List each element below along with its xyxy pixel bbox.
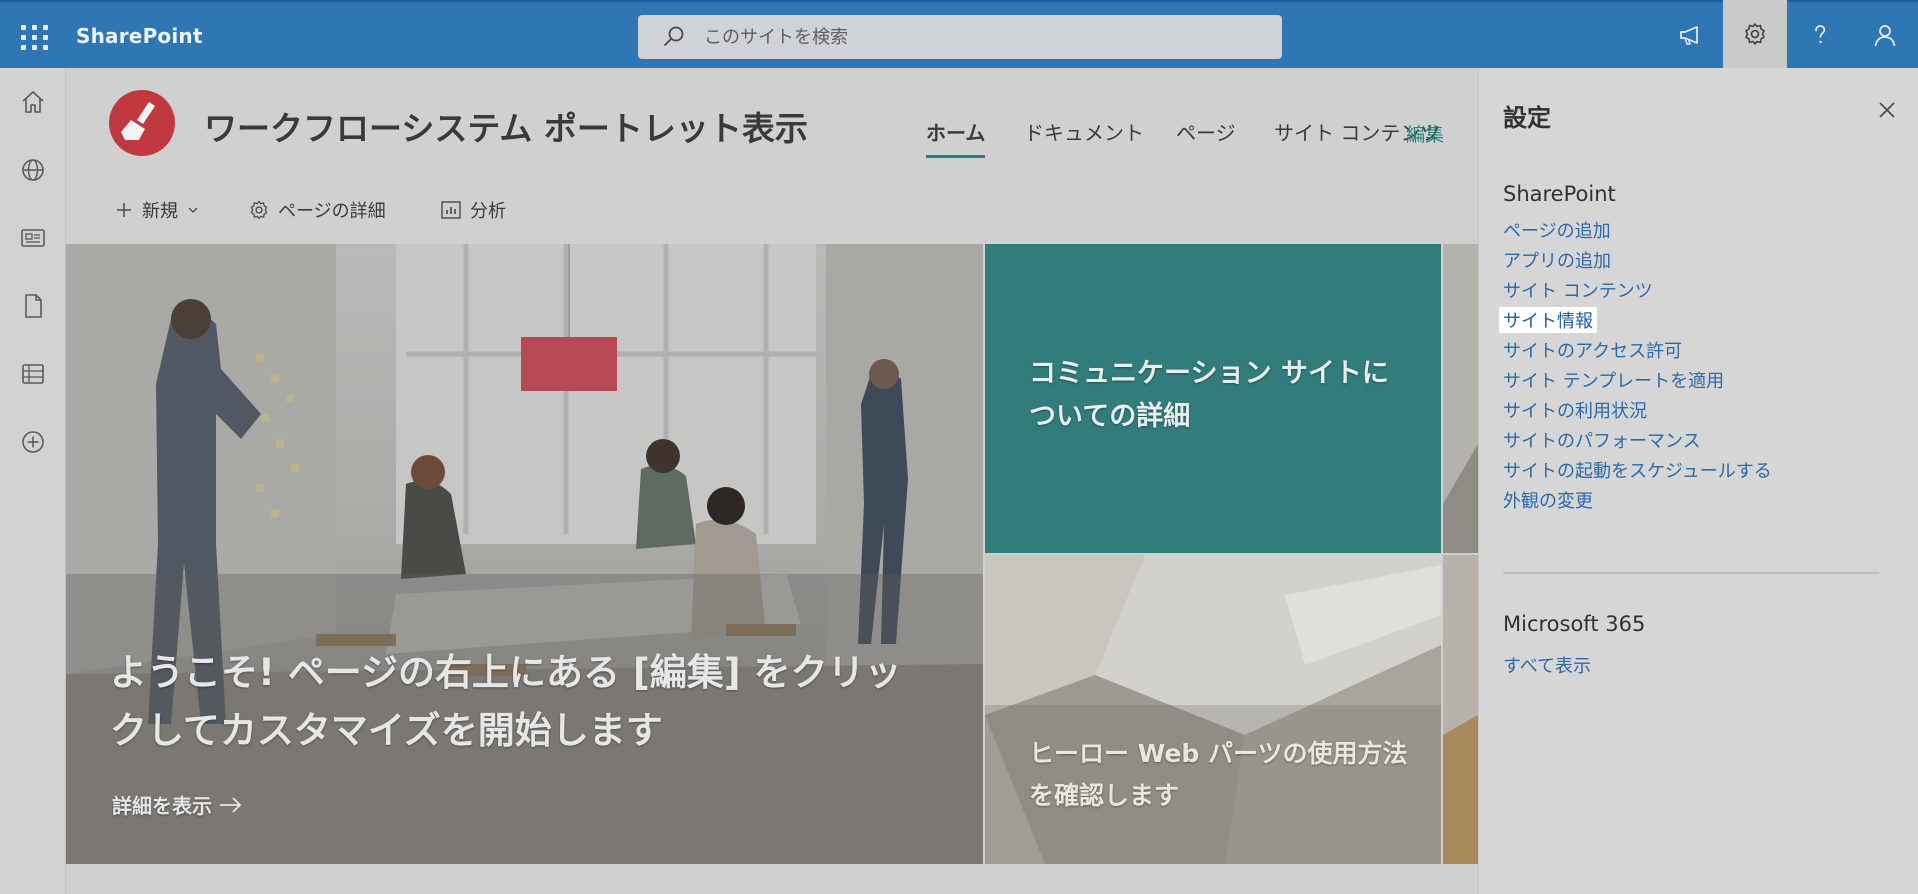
search-input[interactable] [704, 23, 1264, 51]
site-title[interactable]: ワークフローシステム ポートレット表示 [204, 102, 808, 150]
megaphone-icon [1680, 26, 1698, 45]
settings-link-schedule-launch[interactable]: サイトの起動をスケジュールする [1503, 457, 1772, 483]
settings-link-site-contents[interactable]: サイト コンテンツ [1503, 277, 1653, 303]
edge-image-bottom [1443, 555, 1478, 864]
hero-see-details-label: 詳細を表示 [112, 794, 212, 818]
analytics-label: 分析 [470, 201, 506, 222]
hero-main-tile[interactable]: ようこそ! ページの右上にある [編集] をクリックしてカスタマイズを開始します… [66, 244, 983, 864]
account-button[interactable] [1853, 2, 1917, 68]
megaphone-button[interactable] [1658, 2, 1722, 68]
hero-webparts-title[interactable]: ヒーロー Web パーツの使用方法を確認します [1029, 733, 1409, 817]
home-icon[interactable] [19, 88, 47, 116]
search-icon [664, 26, 684, 46]
person-icon [1874, 25, 1896, 47]
hero-main-title[interactable]: ようこそ! ページの右上にある [編集] をクリックしてカスタマイズを開始します [110, 644, 930, 760]
broom-icon [121, 102, 155, 140]
left-rail [0, 68, 66, 894]
settings-link-apply-template[interactable]: サイト テンプレートを適用 [1503, 367, 1724, 393]
settings-link-site-information[interactable]: サイト情報 [1499, 307, 1597, 333]
close-icon[interactable] [1875, 98, 1899, 122]
chevron-down-icon [188, 207, 198, 213]
globe-icon[interactable] [19, 156, 47, 184]
file-icon[interactable] [19, 292, 47, 320]
arrow-right-icon [220, 796, 242, 813]
nav-pages[interactable]: ページ [1176, 117, 1236, 155]
add-circle-icon[interactable] [19, 428, 47, 456]
settings-section-sharepoint: SharePoint [1503, 182, 1616, 206]
list-icon[interactable] [19, 360, 47, 388]
settings-panel: 設定 SharePoint ページの追加 アプリの追加 サイト コンテンツ サイ… [1478, 68, 1918, 894]
help-button[interactable] [1788, 2, 1852, 68]
edge-image-top [1443, 244, 1478, 553]
settings-title: 設定 [1503, 104, 1551, 132]
hero-webparts-tile[interactable]: ヒーロー Web パーツの使用方法を確認します [985, 555, 1441, 864]
page-details-button[interactable]: ページの詳細 [248, 194, 386, 226]
nav-edit-link[interactable]: 編集 [1406, 120, 1444, 147]
hero-webpart: ようこそ! ページの右上にある [編集] をクリックしてカスタマイズを開始します… [66, 244, 1478, 864]
new-button[interactable]: 新規 [114, 194, 200, 226]
site-logo[interactable] [109, 90, 175, 156]
settings-divider [1503, 572, 1879, 574]
settings-link-add-app[interactable]: アプリの追加 [1503, 247, 1611, 273]
settings-button[interactable] [1723, 0, 1787, 68]
suite-bar: SharePoint [0, 0, 1918, 68]
gear-icon [250, 200, 268, 220]
hero-see-details-link[interactable]: 詳細を表示 [112, 790, 244, 819]
gear-icon [1745, 23, 1765, 45]
news-icon[interactable] [19, 224, 47, 252]
settings-section-m365: Microsoft 365 [1503, 612, 1646, 636]
analytics-button[interactable]: 分析 [440, 194, 506, 226]
hero-communication-title[interactable]: コミュニケーション サイトについての詳細 [1029, 352, 1409, 438]
main-content: ワークフローシステム ポートレット表示 ホーム ドキュメント ページ サイト コ… [66, 68, 1478, 894]
architecture-image [985, 555, 1441, 864]
settings-link-site-usage[interactable]: サイトの利用状況 [1503, 397, 1647, 423]
hero-edge-tile-bottom[interactable] [1443, 555, 1478, 864]
nav-home[interactable]: ホーム [926, 117, 986, 158]
help-icon [1815, 25, 1826, 44]
nav-documents[interactable]: ドキュメント [1024, 117, 1144, 155]
settings-link-site-permissions[interactable]: サイトのアクセス許可 [1503, 337, 1682, 363]
office-meeting-image [66, 244, 983, 864]
plus-icon [117, 203, 131, 217]
settings-link-change-look[interactable]: 外観の変更 [1503, 487, 1593, 513]
new-button-label: 新規 [142, 201, 178, 222]
settings-link-add-page[interactable]: ページの追加 [1503, 217, 1611, 243]
search-box[interactable] [638, 15, 1282, 59]
suite-brand[interactable]: SharePoint [76, 24, 203, 48]
hero-communication-tile[interactable]: コミュニケーション サイトについての詳細 [985, 244, 1441, 553]
waffle-icon[interactable] [18, 22, 48, 52]
hero-edge-tile-top[interactable] [1443, 244, 1478, 553]
settings-link-view-all[interactable]: すべて表示 [1503, 652, 1591, 678]
chart-icon [441, 201, 461, 219]
settings-link-site-performance[interactable]: サイトのパフォーマンス [1503, 427, 1701, 453]
page-details-label: ページの詳細 [278, 201, 386, 222]
